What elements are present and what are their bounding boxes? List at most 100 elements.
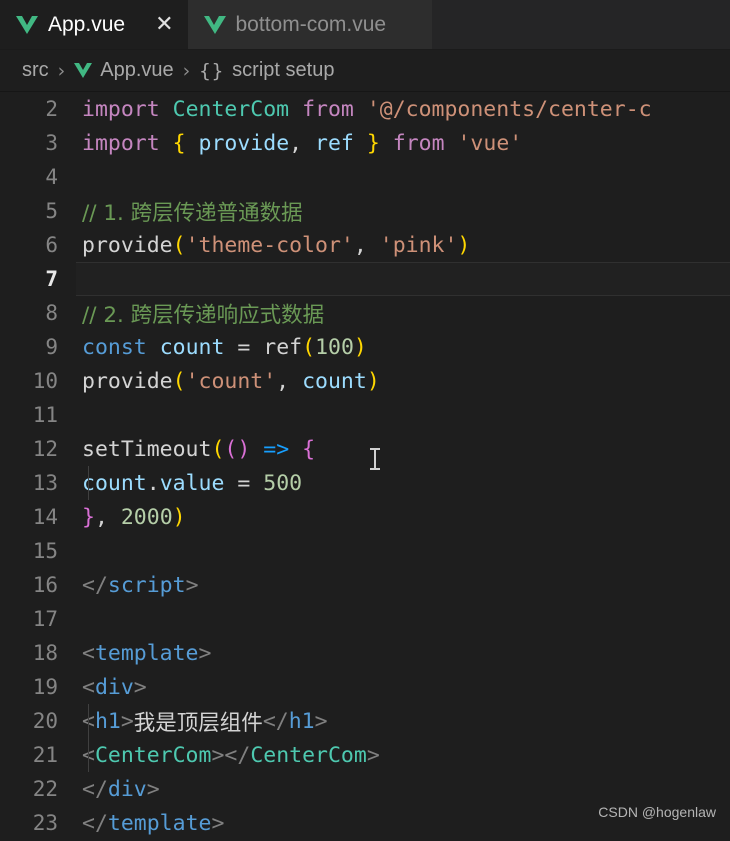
tab-bottom-com-vue[interactable]: bottom-com.vue [187, 0, 433, 49]
code-line[interactable]: 17 [0, 602, 730, 636]
code-line[interactable]: 14 }, 2000) [0, 500, 730, 534]
close-icon[interactable]: ✕ [155, 13, 173, 36]
vue-logo-icon [16, 15, 38, 34]
token: template [94, 640, 199, 666]
token: from [302, 96, 354, 122]
code-line[interactable]: 11 [0, 398, 730, 432]
code-line[interactable]: 2 import CenterCom from '@/components/ce… [0, 92, 730, 126]
vue-logo-icon [74, 63, 93, 78]
line-number: 6 [45, 233, 58, 257]
line-number: 17 [32, 607, 58, 631]
code-line[interactable]: 13 count. value = 500 [0, 466, 730, 500]
token: < [82, 572, 95, 598]
breadcrumb-item-src[interactable]: src [22, 59, 49, 82]
token: script [107, 572, 186, 598]
breadcrumb: src › App.vue › {} script setup [0, 50, 730, 92]
token: 'count' [185, 368, 277, 394]
code-content: }, 2000) [76, 500, 730, 534]
code-editor[interactable]: 2 import CenterCom from '@/components/ce… [0, 92, 730, 841]
breadcrumb-item-symbol[interactable]: {} script setup [199, 59, 334, 82]
token: } [366, 130, 380, 156]
code-content: < template > [76, 636, 730, 670]
token: ref [263, 334, 303, 360]
token: { [302, 436, 316, 462]
code-line[interactable]: 22 < / div > [0, 772, 730, 806]
code-line[interactable]: 18 < template > [0, 636, 730, 670]
token: // 1. 跨层传递普通数据 [82, 200, 303, 226]
code-line[interactable]: 16 < / script > [0, 568, 730, 602]
token: < [82, 640, 95, 666]
code-line[interactable]: 4 [0, 160, 730, 194]
token: h1 [288, 708, 315, 734]
code-line[interactable]: 10 provide('count', count) [0, 364, 730, 398]
line-number: 3 [45, 131, 58, 155]
token: // 2. 跨层传递响应式数据 [82, 302, 325, 328]
token: ) [353, 334, 367, 360]
line-number: 8 [45, 301, 58, 325]
token: ) [237, 436, 251, 462]
line-number: 14 [32, 505, 58, 529]
token: 2000 [120, 504, 173, 530]
breadcrumb-item-file[interactable]: App.vue [74, 59, 174, 82]
code-content [76, 160, 730, 194]
code-content: // 1. 跨层传递普通数据 [76, 194, 730, 228]
code-line[interactable]: 12 setTimeout(() => { [0, 432, 730, 466]
token: . [146, 470, 160, 496]
token: 我是顶层组件 [133, 710, 263, 736]
token: template [107, 810, 212, 836]
line-number: 23 [32, 811, 58, 835]
token: div [94, 674, 134, 700]
line-number: 16 [32, 573, 58, 597]
token: > [120, 708, 134, 734]
token: 100 [315, 334, 354, 360]
code-content: provide('theme-color', 'pink') [76, 228, 730, 262]
token: ref [315, 130, 354, 156]
token: import [82, 130, 160, 156]
token: 'pink' [379, 232, 458, 258]
token: 500 [263, 470, 303, 496]
code-content: <h1>我是顶层组件</h1> [76, 704, 730, 738]
token: provide [82, 232, 173, 258]
token: > [185, 572, 199, 598]
code-content: setTimeout(() => { [76, 432, 730, 466]
token: , [276, 368, 290, 394]
token: import [82, 96, 160, 122]
code-line[interactable]: 20 <h1>我是顶层组件</h1> [0, 704, 730, 738]
line-number: 15 [32, 539, 58, 563]
tab-app-vue[interactable]: App.vue ✕ [0, 0, 188, 49]
token: ) [457, 232, 471, 258]
watermark-label: CSDN @hogenlaw [598, 804, 716, 820]
token: > [133, 674, 147, 700]
token: ( [172, 232, 186, 258]
indent-guide [88, 704, 89, 738]
token: count [82, 470, 147, 496]
token: CenterCom [172, 96, 290, 122]
indent-guide [88, 738, 89, 772]
token: > [198, 640, 212, 666]
code-line[interactable]: 5 // 1. 跨层传递普通数据 [0, 194, 730, 228]
token: value [159, 470, 225, 496]
token: / [275, 708, 289, 734]
code-line-active[interactable]: 7 [0, 262, 730, 296]
line-number: 13 [32, 471, 58, 495]
code-content: const count = ref(100) [76, 330, 730, 364]
token: provide [198, 130, 290, 156]
code-line[interactable]: 3 import { provide, ref } from 'vue' [0, 126, 730, 160]
token: > [211, 810, 225, 836]
code-line[interactable]: 15 [0, 534, 730, 568]
code-content: <CenterCom></CenterCom> [76, 738, 730, 772]
token: '@/components/center-c [366, 96, 652, 122]
line-number: 5 [45, 199, 58, 223]
code-content: import CenterCom from '@/components/cent… [76, 92, 730, 126]
breadcrumb-label: script setup [232, 59, 335, 81]
code-content [76, 602, 730, 636]
code-line[interactable]: 9 const count = ref(100) [0, 330, 730, 364]
token: CenterCom [94, 742, 212, 768]
vue-logo-icon [203, 15, 226, 34]
code-line[interactable]: 8 // 2. 跨层传递响应式数据 [0, 296, 730, 330]
braces-icon: {} [199, 59, 225, 82]
code-line[interactable]: 19 < div > [0, 670, 730, 704]
code-line[interactable]: 6 provide('theme-color', 'pink') [0, 228, 730, 262]
token: > [146, 776, 160, 802]
code-line[interactable]: 21 <CenterCom></CenterCom> [0, 738, 730, 772]
